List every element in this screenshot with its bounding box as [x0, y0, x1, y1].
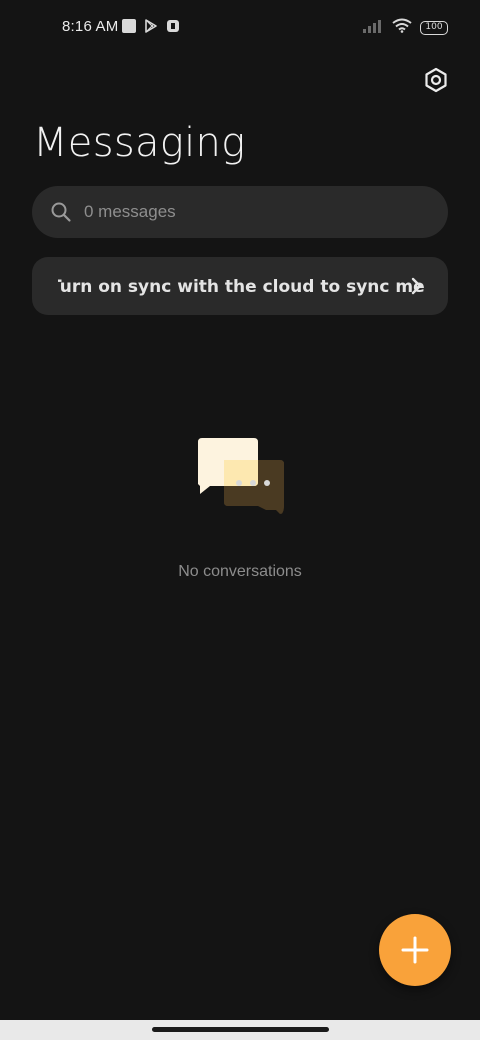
navigation-bar: [0, 1020, 480, 1040]
new-conversation-button[interactable]: [379, 914, 451, 986]
chat-bubbles-icon: [198, 438, 284, 514]
settings-button[interactable]: [422, 66, 450, 94]
app-badge-icon: [166, 19, 180, 33]
search-icon: [51, 202, 71, 222]
wifi-icon: [392, 18, 412, 38]
chevron-right-icon: [411, 277, 422, 295]
play-store-icon: [144, 19, 158, 33]
sync-banner[interactable]: Turn on sync with the cloud to sync mess…: [32, 257, 448, 315]
sync-banner-text-container: Turn on sync with the cloud to sync mess…: [58, 257, 424, 315]
status-time: 8:16 AM: [62, 18, 119, 35]
status-bar: 8:16 AM 100: [0, 0, 480, 56]
page-title: Messaging: [33, 120, 246, 166]
plus-icon: [401, 936, 429, 964]
notification-square-icon: [122, 19, 136, 33]
status-system-icons: 100: [362, 18, 448, 38]
search-placeholder: 0 messages: [84, 202, 176, 221]
battery-icon: 100: [420, 21, 448, 35]
status-notification-icons: [122, 19, 180, 33]
sync-banner-text: Turn on sync with the cloud to sync mess…: [58, 277, 424, 297]
signal-icon: [362, 19, 384, 38]
search-input[interactable]: 0 messages: [32, 186, 448, 238]
gear-icon: [425, 67, 447, 93]
empty-state-text: No conversations: [178, 563, 302, 580]
home-indicator[interactable]: [152, 1027, 329, 1032]
messaging-screen: 8:16 AM 100 Messaging 0 messages urn on …: [0, 0, 480, 1040]
